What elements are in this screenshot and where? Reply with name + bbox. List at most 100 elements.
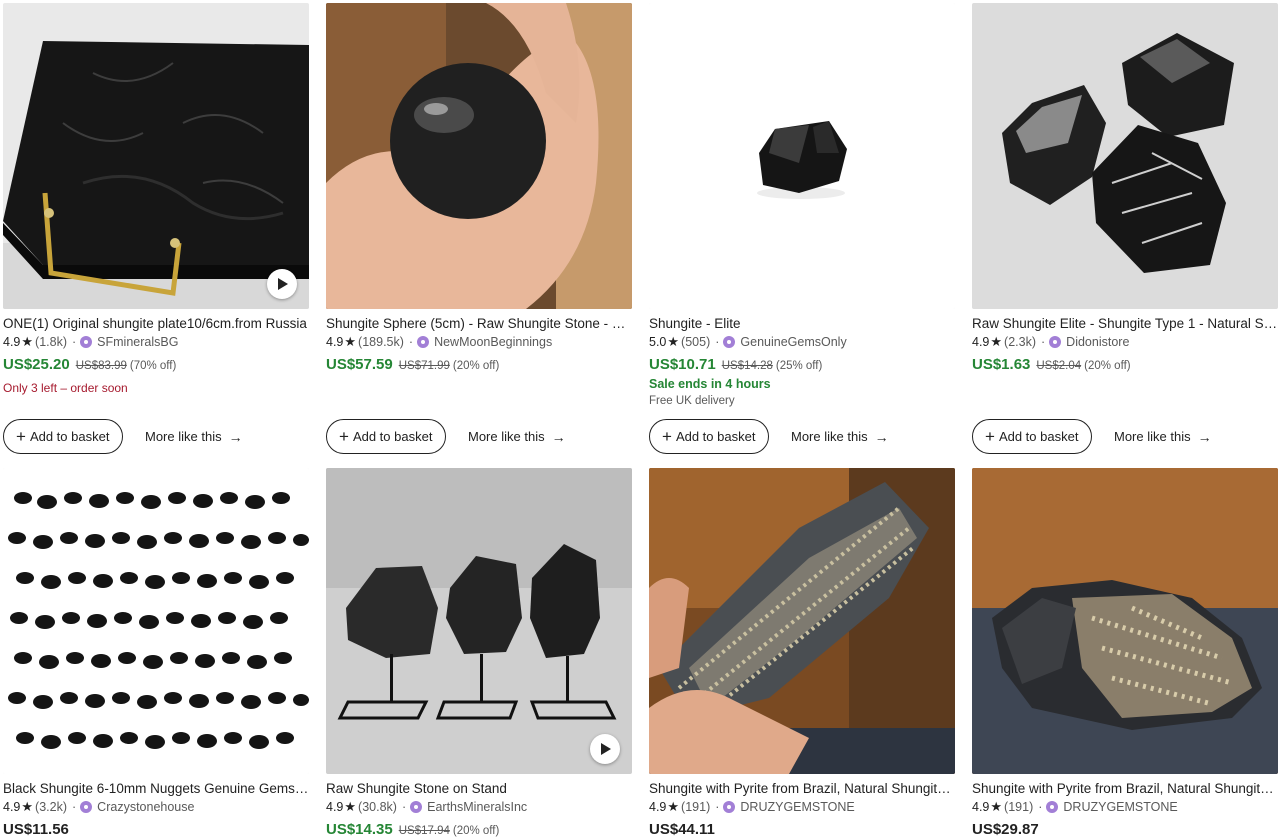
listing-meta: 5.0 ★ (505) · GenuineGemsOnly <box>649 333 955 351</box>
shungite-beads-image <box>3 468 309 774</box>
listing-title[interactable]: Shungite with Pyrite from Brazil, Natura… <box>649 780 955 798</box>
listing-title[interactable]: Raw Shungite Stone on Stand <box>326 780 632 798</box>
separator-dot: · <box>1038 800 1043 814</box>
rating-value: 4.9 <box>326 335 344 349</box>
low-stock-note: Only 3 left – order soon <box>3 381 128 395</box>
more-like-this-link[interactable]: More like this → <box>791 419 889 454</box>
review-count: (505) <box>681 335 711 349</box>
listing-title[interactable]: Black Shungite 6-10mm Nuggets Genuine Ge… <box>3 780 309 798</box>
listing-image[interactable] <box>3 468 309 774</box>
plus-icon: + <box>339 427 349 446</box>
shop-name[interactable]: NewMoonBeginnings <box>434 333 552 351</box>
star-seller-badge-icon <box>417 336 430 348</box>
listing-image[interactable] <box>649 3 955 309</box>
video-play-icon[interactable] <box>590 734 620 764</box>
listing-meta: 4.9 ★ (2.3k) · Didonistore <box>972 333 1278 351</box>
listing-image[interactable] <box>3 3 309 309</box>
listing-meta: 4.9 ★ (191) · DRUZYGEMSTONE <box>649 798 955 816</box>
more-like-this-link[interactable]: More like this → <box>468 419 566 454</box>
rating-value: 4.9 <box>326 800 344 814</box>
listing-title[interactable]: Raw Shungite Elite - Shungite Type 1 - N… <box>972 315 1278 333</box>
separator-dot: · <box>72 335 77 349</box>
shungite-on-stand-image <box>326 468 632 774</box>
star-seller-badge-icon <box>1046 801 1059 813</box>
discount-percent: (70% off) <box>129 360 177 372</box>
shop-name[interactable]: DRUZYGEMSTONE <box>1063 798 1177 816</box>
listing-title[interactable]: Shungite Sphere (5cm) - Raw Shungite Sto… <box>326 315 632 333</box>
add-to-basket-button[interactable]: + Add to basket <box>649 419 770 454</box>
arrow-right-icon: → <box>874 428 889 445</box>
more-like-this-link[interactable]: More like this → <box>1114 419 1212 454</box>
separator-dot: · <box>715 800 720 814</box>
delivery-note: Free UK delivery <box>649 395 735 407</box>
listing-image[interactable] <box>326 3 632 309</box>
review-count: (189.5k) <box>358 335 404 349</box>
separator-dot: · <box>715 335 720 349</box>
star-seller-badge-icon <box>723 336 736 348</box>
review-count: (2.3k) <box>1004 335 1036 349</box>
shungite-pyrite-specimen-image <box>972 468 1278 774</box>
add-to-basket-button[interactable]: + Add to basket <box>3 419 124 454</box>
separator-dot: · <box>408 335 414 349</box>
more-like-this-label: More like this <box>468 429 545 444</box>
star-icon: ★ <box>344 799 357 814</box>
review-count: (3.2k) <box>35 800 67 814</box>
star-seller-badge-icon <box>80 801 93 813</box>
original-price: US$14.28 <box>721 360 773 372</box>
review-count: (1.8k) <box>35 335 67 349</box>
shungite-plate-image <box>3 3 309 309</box>
listing-title[interactable]: Shungite with Pyrite from Brazil, Natura… <box>972 780 1278 798</box>
price: US$29.87 <box>972 821 1039 838</box>
star-icon: ★ <box>990 334 1003 349</box>
star-icon: ★ <box>21 334 34 349</box>
listing-image[interactable] <box>326 468 632 774</box>
more-like-this-link[interactable]: More like this → <box>145 419 243 454</box>
price-line: US$11.56 <box>3 821 309 838</box>
listing-image[interactable] <box>972 3 1278 309</box>
video-play-icon[interactable] <box>267 269 297 299</box>
original-price: US$83.99 <box>75 360 127 372</box>
sale-ends-note: Sale ends in 4 hours <box>649 377 771 391</box>
listing-meta: 4.9 ★ (3.2k) · Crazystonehouse <box>3 798 309 816</box>
review-count: (30.8k) <box>358 800 397 814</box>
price-line: US$25.20 US$83.99 (70% off) <box>3 356 309 373</box>
shop-name[interactable]: DRUZYGEMSTONE <box>740 798 854 816</box>
star-seller-badge-icon <box>410 801 423 813</box>
rating-value: 4.9 <box>3 335 21 349</box>
add-to-basket-label: Add to basket <box>998 429 1079 444</box>
shop-name[interactable]: SFmineralsBG <box>97 333 178 351</box>
listing-meta: 4.9 ★ (191) · DRUZYGEMSTONE <box>972 798 1278 816</box>
price-line: US$14.35 US$17.94 (20% off) <box>326 821 632 838</box>
listing-image[interactable] <box>649 468 955 774</box>
add-to-basket-button[interactable]: + Add to basket <box>972 419 1093 454</box>
add-to-basket-label: Add to basket <box>352 429 433 444</box>
listing-image[interactable] <box>972 468 1278 774</box>
arrow-right-icon: → <box>551 428 566 445</box>
star-seller-badge-icon <box>1049 336 1062 348</box>
separator-dot: · <box>401 800 407 814</box>
rating-value: 4.9 <box>972 800 990 814</box>
discount-percent: (20% off) <box>452 360 500 372</box>
sale-price: US$14.35 <box>326 821 393 838</box>
arrow-right-icon: → <box>1197 428 1212 445</box>
listing-meta: 4.9 ★ (30.8k) · EarthsMineralsInc <box>326 798 632 816</box>
arrow-right-icon: → <box>228 428 243 445</box>
rating-value: 4.9 <box>649 800 667 814</box>
original-price: US$17.94 <box>398 825 450 837</box>
review-count: (191) <box>681 800 711 814</box>
listing-title[interactable]: ONE(1) Original shungite plate10/6cm.fro… <box>3 315 309 333</box>
discount-percent: (20% off) <box>1084 360 1131 372</box>
star-seller-badge-icon <box>80 336 93 348</box>
shungite-pyrite-slab-image <box>649 468 955 774</box>
shop-name[interactable]: Didonistore <box>1066 333 1129 351</box>
elite-shungite-image <box>649 3 955 309</box>
listing-title[interactable]: Shungite - Elite <box>649 315 955 333</box>
shop-name[interactable]: EarthsMineralsInc <box>427 798 527 816</box>
star-icon: ★ <box>667 334 680 349</box>
plus-icon: + <box>16 427 26 446</box>
separator-dot: · <box>1041 335 1046 349</box>
shop-name[interactable]: Crazystonehouse <box>97 798 194 816</box>
shop-name[interactable]: GenuineGemsOnly <box>740 333 846 351</box>
add-to-basket-button[interactable]: + Add to basket <box>326 419 447 454</box>
more-like-this-label: More like this <box>791 429 868 444</box>
